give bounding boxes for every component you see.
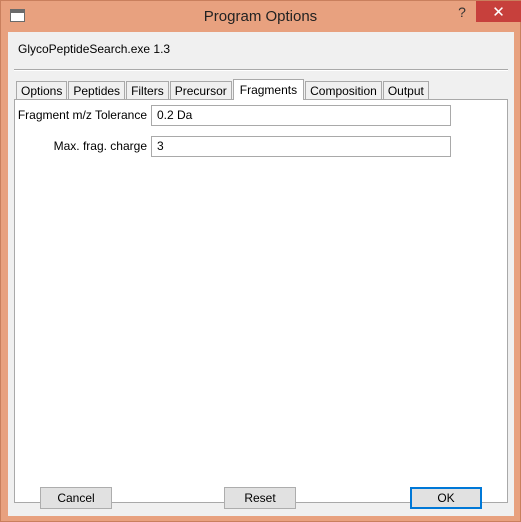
close-icon: ✕ (492, 3, 505, 21)
tolerance-input[interactable] (151, 104, 451, 126)
tolerance-label: Fragment m/z Tolerance (17, 108, 147, 122)
dialog-client-area: GlycoPeptideSearch.exe 1.3 Options Pepti… (8, 32, 514, 516)
tab-filters[interactable]: Filters (126, 81, 169, 99)
version-label: GlycoPeptideSearch.exe 1.3 (18, 42, 171, 56)
charge-input[interactable] (151, 135, 451, 157)
program-options-window: Program Options ? ✕ GlycoPeptideSearch.e… (0, 0, 521, 522)
header-separator (14, 69, 508, 71)
tab-fragments[interactable]: Fragments (232, 79, 305, 100)
ok-button[interactable]: OK (410, 487, 482, 509)
reset-button[interactable]: Reset (224, 487, 296, 509)
tab-composition[interactable]: Composition (305, 81, 382, 99)
title-bar[interactable]: Program Options ? ✕ (1, 1, 521, 32)
tab-bar: Options Peptides Filters Precursor Fragm… (16, 79, 430, 100)
cancel-button[interactable]: Cancel (40, 487, 112, 509)
window-title: Program Options (203, 8, 318, 25)
charge-row: Max. frag. charge (15, 135, 509, 157)
tab-precursor[interactable]: Precursor (169, 81, 232, 99)
tab-output[interactable]: Output (382, 81, 429, 99)
tab-options[interactable]: Options (16, 81, 68, 99)
fragments-panel: Fragment m/z Tolerance Max. frag. charge (14, 99, 508, 503)
help-icon: ? (458, 3, 466, 20)
tab-peptides[interactable]: Peptides (68, 81, 126, 99)
close-button[interactable]: ✕ (476, 1, 521, 22)
tolerance-row: Fragment m/z Tolerance (15, 104, 509, 126)
help-button[interactable]: ? (449, 1, 475, 22)
charge-label: Max. frag. charge (53, 139, 147, 153)
